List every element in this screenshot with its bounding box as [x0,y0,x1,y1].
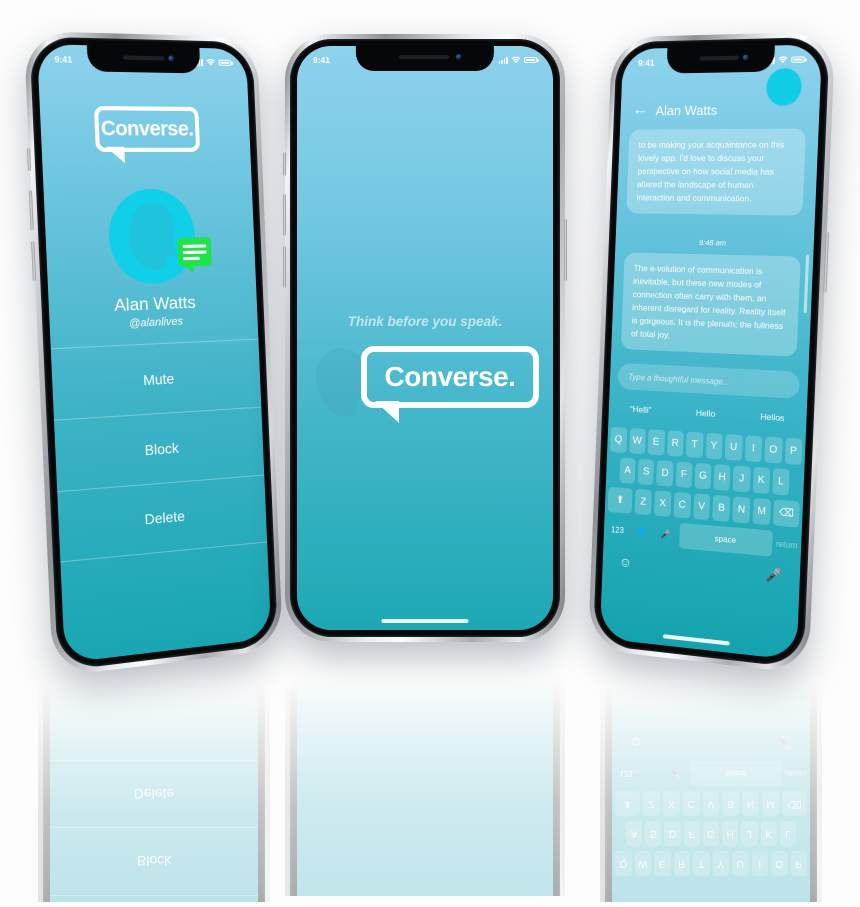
key-z[interactable]: Z [634,488,652,516]
mute-switch[interactable] [283,152,286,176]
profile-avatar[interactable] [106,188,212,286]
key-t[interactable]: T [685,431,704,459]
home-indicator[interactable] [381,619,469,623]
key-o[interactable]: O [764,436,783,464]
wifi-icon [778,56,788,64]
phone-right-chat: 9:41 ← Alan Watts to be making your acqu… [587,31,836,675]
suggestion-1[interactable]: Hello [673,406,739,420]
key-d[interactable]: D [656,460,674,487]
key-h[interactable]: H [713,464,731,491]
battery-full-icon [791,56,805,64]
app-logo: Converse. [361,346,539,423]
mockup-stage: 9:41 Converse. Alan Watts @alanlives Mut… [0,0,860,907]
key-w[interactable]: W [628,427,646,455]
key-i[interactable]: I [744,435,763,463]
message-input-placeholder: Type a thoughtful message... [628,371,730,387]
cellular-bars-icon [498,56,508,64]
status-time: 9:41 [313,55,331,65]
profile-screen: 9:41 Converse. Alan Watts @alanlives Mut… [36,44,272,663]
notch [666,45,775,74]
key-q[interactable]: Q [610,426,627,453]
space-key[interactable]: space [678,522,773,557]
key-u[interactable]: U [724,434,743,461]
key-l[interactable]: L [771,468,790,496]
wifi-icon [511,56,521,64]
chat-message-text: The e-volution of communication is inevi… [630,262,786,341]
wifi-icon [206,58,216,66]
chat-message-text: to be making your acquaintance on this l… [636,139,785,204]
power-button[interactable] [564,219,567,281]
phone-left-reflection: Mute Block Delete [38,652,270,907]
suggestion-0[interactable]: “Helli” [609,403,673,417]
notch [86,45,201,74]
chat-message-timestamp: 9:48 am [698,237,727,248]
front-camera-icon [168,55,175,62]
earpiece-speaker-icon [399,55,449,59]
key-r[interactable]: R [666,430,684,457]
globe-icon[interactable]: 🌐 [630,519,652,546]
chat-contact-name: Alan Watts [655,101,718,118]
key-x[interactable]: X [653,490,672,517]
key-m[interactable]: M [752,497,771,526]
shift-arrow-icon[interactable]: ⬆ [607,486,633,514]
phone-right-reflection: QWERT YUIOP ASDFG HJKL ⬆ Z X C V B N M ⌫ 123 🌐 🎤 … [600,652,822,907]
key-n[interactable]: N [732,496,751,524]
chat-message-bubble: to be making your acquaintance on this l… [626,128,807,216]
chat-scrollbar[interactable] [803,254,810,314]
key-v[interactable]: V [692,493,711,521]
profile-action-menu: Mute Block Delete [50,338,268,563]
back-arrow-icon[interactable]: ← [632,101,648,118]
battery-full-icon [218,59,232,67]
return-key[interactable]: return [775,531,799,559]
key-s[interactable]: S [637,458,655,486]
front-camera-icon [456,54,463,60]
key-p[interactable]: P [784,437,803,465]
phone-center-splash: 9:41 Think before you speak. Converse. [283,34,567,642]
key-c[interactable]: C [673,491,691,519]
splash-hero: Converse. [297,340,553,430]
key-g[interactable]: G [694,462,712,490]
key-e[interactable]: E [647,429,665,456]
key-f[interactable]: F [675,461,693,489]
splash-tagline: Think before you speak. [347,314,503,329]
battery-full-icon [524,56,539,64]
microphone-icon[interactable]: 🎤 [765,566,782,584]
on-screen-keyboard: Q W E R T Y U I O P A S D F G H J K L ⬆ … [600,423,806,661]
volume-down-button[interactable] [283,246,286,288]
menu-item-delete[interactable]: Delete [57,474,268,563]
splash-screen: 9:41 Think before you speak. Converse. [297,46,553,630]
phone-left-profile: 9:41 Converse. Alan Watts @alanlives Mut… [23,30,284,678]
notch [355,46,495,71]
phone-center-reflection [285,646,565,907]
key-k[interactable]: K [752,466,770,494]
app-logo: Converse. [93,105,201,152]
key-y[interactable]: Y [705,432,723,460]
backspace-icon[interactable]: ⌫ [772,499,800,528]
key-b[interactable]: B [712,494,731,522]
emoji-smiley-icon[interactable]: ☺ [619,553,632,569]
status-time: 9:41 [637,57,655,69]
earpiece-speaker-icon [699,55,739,61]
menu-item-label: Delete [144,507,186,528]
front-camera-icon [742,54,750,61]
key-a[interactable]: A [619,457,636,484]
menu-item-label: Mute [142,369,175,388]
microphone-icon[interactable]: 🎤 [655,521,678,548]
message-bubble-icon [177,237,212,267]
earpiece-speaker-icon [123,55,165,61]
app-logo-text: Converse. [384,361,516,392]
key-j[interactable]: J [732,465,751,493]
menu-item-mute[interactable]: Mute [50,338,262,420]
message-input[interactable]: Type a thoughtful message... [617,362,801,399]
numbers-key[interactable]: 123 [606,517,628,544]
chat-screen: 9:41 ← Alan Watts to be making your acqu… [599,44,823,661]
suggestion-2[interactable]: Hellos [738,410,806,424]
chat-message-bubble: The e-volution of communication is inevi… [620,252,801,357]
volume-up-button[interactable] [283,194,286,236]
app-logo-text: Converse. [100,116,194,141]
chat-header: ← Alan Watts [620,93,820,126]
menu-item-label: Block [144,438,180,458]
status-time: 9:41 [54,53,73,65]
